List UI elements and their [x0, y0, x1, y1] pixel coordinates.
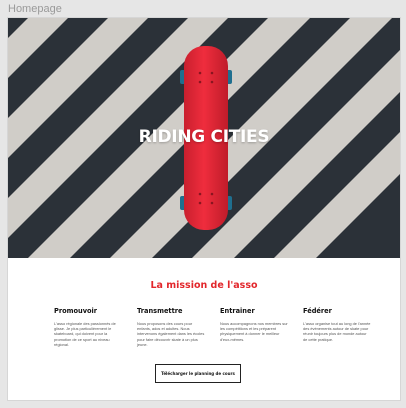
- hero-title: RIDING CITIES: [138, 127, 270, 147]
- mission-column-entrainer: Entrainer Nous accompagnons nos membres …: [220, 307, 288, 347]
- column-text: Nous accompagnons nos membres sur les co…: [220, 321, 288, 342]
- frame-label: Homepage: [8, 3, 62, 15]
- mission-columns: Promouvoir L'asso régionale des passionn…: [54, 307, 374, 347]
- column-text: L'asso régionale des passionnés de gliss…: [54, 321, 116, 347]
- column-title: Entrainer: [220, 307, 255, 315]
- download-schedule-button[interactable]: Télécharger le planning de cours: [155, 364, 241, 383]
- hero-banner: RIDING CITIES: [8, 18, 400, 258]
- mission-column-promouvoir: Promouvoir L'asso régionale des passionn…: [54, 307, 122, 347]
- mission-column-transmettre: Transmettre Nous proposons des cours pou…: [137, 307, 205, 347]
- mission-column-federer: Fédérer L'asso organise tout au long de …: [303, 307, 371, 347]
- column-text: Nous proposons des cours pour enfants, a…: [137, 321, 205, 347]
- column-title: Promouvoir: [54, 307, 98, 315]
- column-text: L'asso organise tout au long de l'année …: [303, 321, 371, 342]
- column-title: Fédérer: [303, 307, 332, 315]
- homepage-artboard: RIDING CITIES La mission de l'asso Promo…: [8, 18, 400, 400]
- column-title: Transmettre: [137, 307, 183, 315]
- mission-title: La mission de l'asso: [150, 280, 258, 291]
